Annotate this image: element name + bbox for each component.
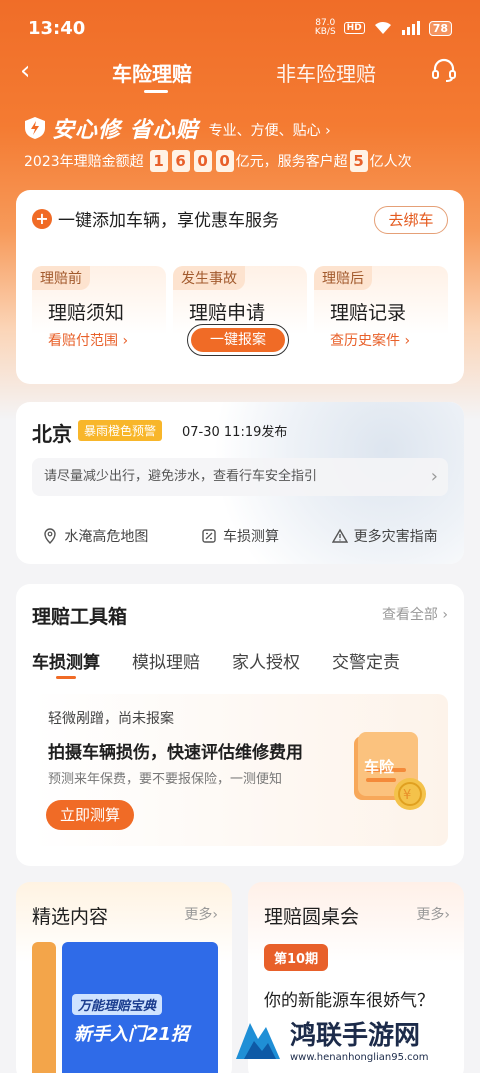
disaster-guide-link[interactable]: 更多灾害指南 [331, 526, 438, 546]
stat-digit: 5 [349, 150, 368, 172]
thumbnail-title: 新手入门21招 [74, 1024, 190, 1045]
tab-family-auth[interactable]: 家人授权 [232, 648, 300, 673]
slogan: 安心修 省心赔 专业、方便、贴心 › [24, 112, 331, 144]
report-case-button[interactable]: 一键报案 [187, 324, 289, 356]
network-speed: 87.0 KB/S [314, 18, 336, 37]
plus-icon: + [32, 208, 52, 229]
safety-advice[interactable]: 请尽量减少出行，避免涉水，查看行车安全指引 › [32, 458, 448, 496]
tab-damage-calc[interactable]: 车损测算 [32, 648, 100, 679]
step-before-claim[interactable]: 理赔前 理赔须知 看赔付范围 › [32, 266, 166, 364]
signal-icon [401, 21, 420, 35]
tab-simulate-claim[interactable]: 模拟理赔 [132, 648, 200, 673]
illustration-label: 车险 [363, 758, 394, 776]
calculator-icon [202, 529, 216, 543]
step-after-claim[interactable]: 理赔后 理赔记录 查历史案件 › [314, 266, 448, 364]
history-link[interactable]: 查历史案件 › [330, 330, 410, 350]
stat-digit: 6 [171, 150, 190, 172]
status-bar: 13:40 87.0 KB/S HD 78 [0, 0, 480, 56]
view-all-link[interactable]: 查看全部 › [382, 604, 448, 624]
step-tag: 理赔后 [314, 266, 372, 290]
add-car-row[interactable]: + 一键添加车辆，享优惠车服务 [32, 206, 279, 231]
claims-stats: 2023年理赔金额超 1 6 0 0 亿元，服务客户超 5 亿人次 [24, 150, 412, 172]
step-name: 理赔须知 [48, 302, 125, 324]
back-icon[interactable]: ‹ [20, 58, 30, 84]
step-name: 理赔记录 [330, 302, 407, 324]
headset-icon[interactable] [430, 56, 458, 84]
slogan-title: 安心修 省心赔 [52, 118, 199, 143]
featured-more-link[interactable]: 更多› [184, 904, 218, 924]
calc-headline: 拍摄车辆损伤，快速评估维修费用 [48, 743, 303, 763]
step-name: 理赔申请 [189, 302, 266, 324]
chevron-right-icon: › [430, 466, 438, 487]
damage-calc-link[interactable]: 车损测算 [201, 526, 279, 546]
slogan-subtitle[interactable]: 专业、方便、贴心 › [209, 120, 331, 140]
stat-digit: 1 [149, 150, 168, 172]
roundtable-title: 理赔圆桌会 [264, 906, 360, 928]
city-name: 北京 [32, 422, 72, 446]
watermark-title: 鸿联手游网 [290, 1021, 421, 1051]
calculate-now-button[interactable]: 立即测算 [46, 800, 134, 830]
claims-toolbox-card: 理赔工具箱 查看全部 › 车损测算 模拟理赔 家人授权 交警定责 轻微剐蹭，尚未… [16, 584, 464, 866]
calc-description: 预测来年保费，要不要报保险，一测便知 [48, 772, 283, 787]
watermark-url: www.henanhonglian95.com [290, 1052, 429, 1063]
stat-digit: 0 [193, 150, 212, 172]
tab-police-liability[interactable]: 交警定责 [332, 648, 400, 673]
wifi-icon [374, 21, 391, 34]
top-nav: ‹ 车险理赔 非车险理赔 [0, 50, 480, 94]
step-tag: 发生事故 [173, 266, 245, 290]
status-time: 13:40 [28, 17, 86, 39]
flood-map-link[interactable]: 水淹高危地图 [42, 526, 148, 546]
prev-thumbnail[interactable] [32, 942, 56, 1073]
roundtable-more-link[interactable]: 更多› [416, 904, 450, 924]
calc-scenario: 轻微剐蹭，尚未报案 [48, 711, 174, 727]
watermark: 鸿联手游网 www.henanhonglian95.com [232, 1008, 472, 1070]
tab-car-claims[interactable]: 车险理赔 [112, 58, 192, 93]
issue-badge: 第10期 [264, 944, 329, 971]
battery-icon: 78 [428, 20, 452, 36]
status-icons: 87.0 KB/S HD 78 [315, 19, 452, 37]
featured-content-card: 精选内容 更多› 万能理赔宝典 新手入门21招 [16, 882, 232, 1073]
map-pin-icon [44, 528, 57, 544]
stat-digit: 0 [215, 150, 234, 172]
step-claim-apply[interactable]: 发生事故 理赔申请 一键报案 [173, 266, 307, 364]
coverage-link[interactable]: 看赔付范围 › [48, 330, 128, 350]
toolbox-tabs: 车损测算 模拟理赔 家人授权 交警定责 [32, 648, 400, 679]
weather-card: 北京 暴雨橙色预警 07-30 11:19发布 请尽量减少出行，避免涉水，查看行… [16, 402, 464, 564]
damage-calc-panel: 轻微剐蹭，尚未报案 拍摄车辆损伤，快速评估维修费用 预测来年保费，要不要报保险，… [32, 694, 448, 846]
shield-lightning-icon [25, 117, 45, 139]
hd-icon: HD [343, 22, 365, 34]
add-car-label: 一键添加车辆，享优惠车服务 [58, 211, 279, 231]
step-tag: 理赔前 [32, 266, 90, 290]
warning-badge: 暴雨橙色预警 [78, 420, 163, 441]
claims-entry-card: + 一键添加车辆，享优惠车服务 去绑车 理赔前 理赔须知 看赔付范围 › 发生事… [16, 190, 464, 384]
weather-links: 水淹高危地图 车损测算 更多灾害指南 [16, 526, 464, 546]
watermark-logo [236, 1023, 280, 1059]
svg-text:¥: ¥ [403, 788, 411, 803]
toolbox-title: 理赔工具箱 [32, 606, 128, 628]
featured-thumbnail[interactable]: 万能理赔宝典 新手入门21招 [62, 942, 218, 1073]
warning-time: 07-30 11:19发布 [182, 425, 288, 440]
thumbnail-tag: 万能理赔宝典 [72, 994, 163, 1015]
tab-noncar-claims[interactable]: 非车险理赔 [276, 58, 376, 87]
warning-triangle-icon [331, 528, 348, 543]
featured-title: 精选内容 [32, 906, 109, 928]
bind-car-button[interactable]: 去绑车 [374, 206, 448, 234]
